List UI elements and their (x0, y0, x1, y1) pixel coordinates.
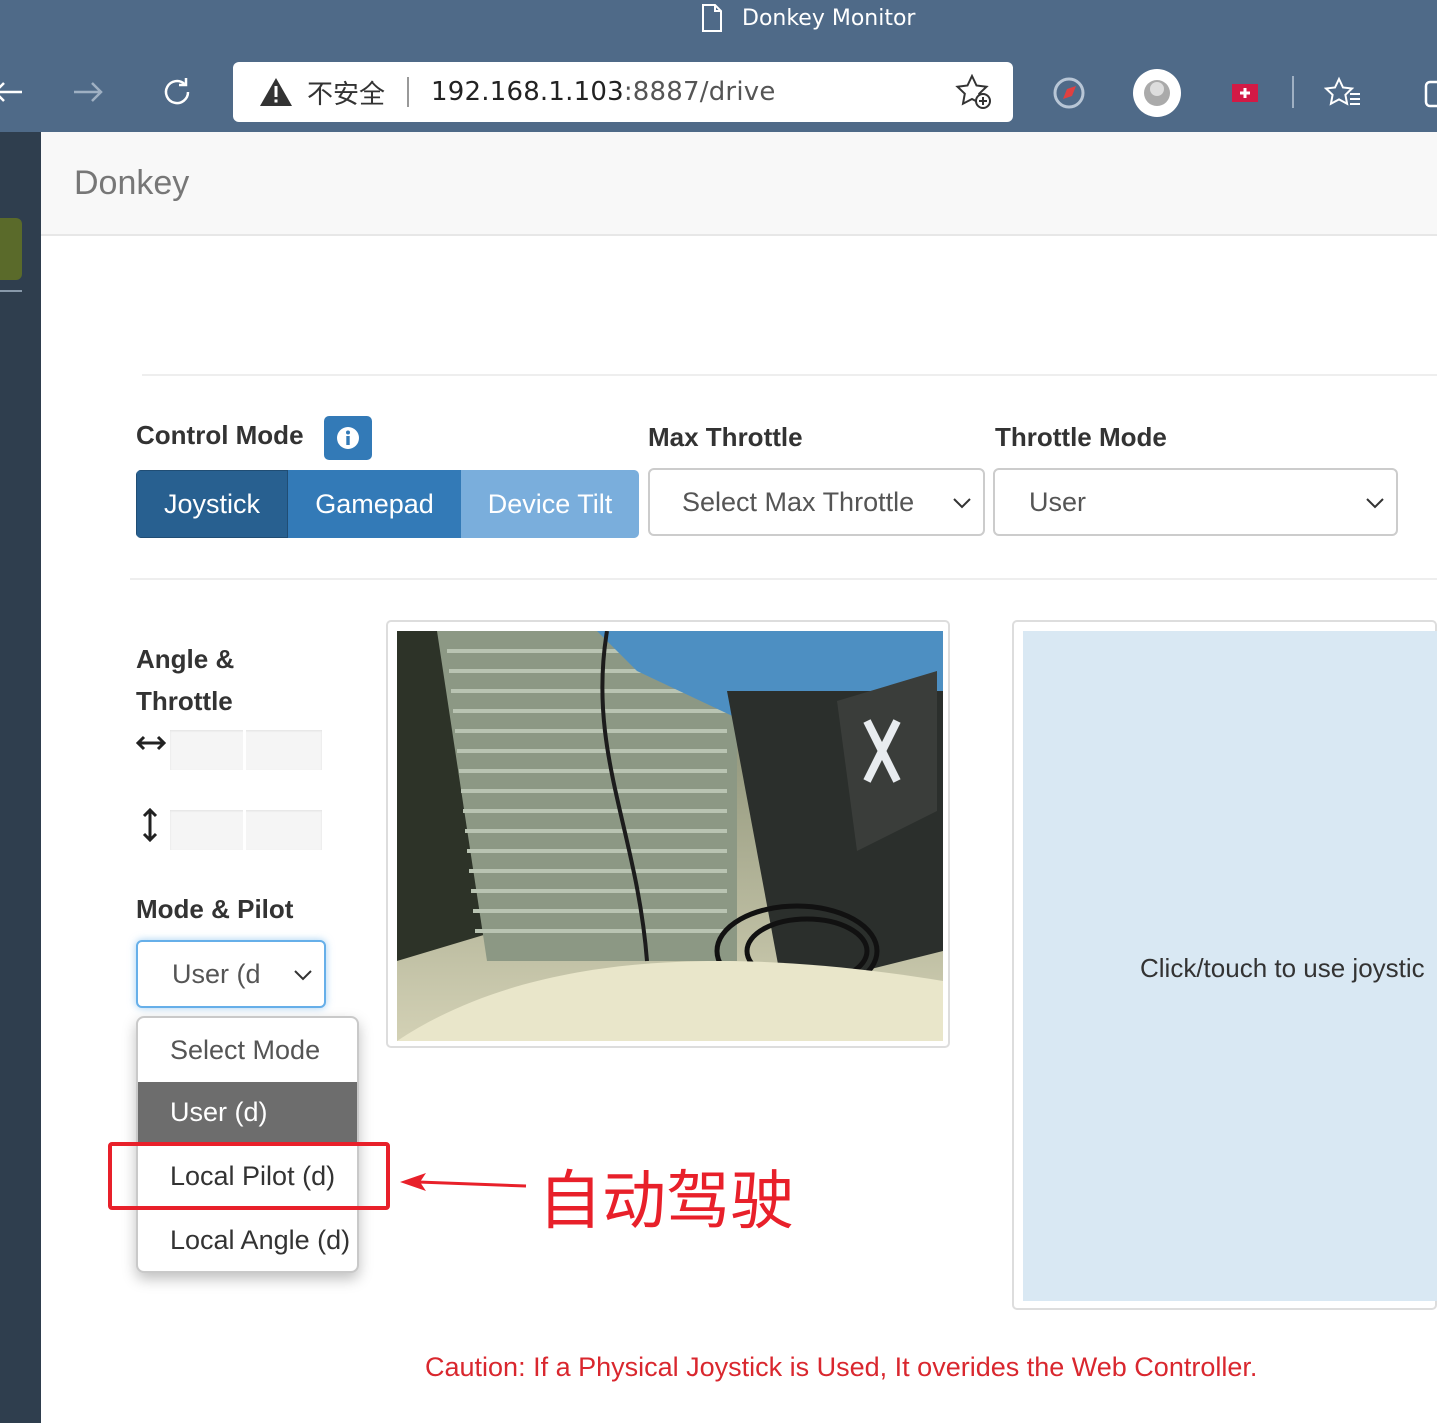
annotation-arrow-icon (400, 1173, 527, 1191)
mode-select[interactable]: User (d (136, 940, 326, 1008)
forward-button[interactable] (66, 70, 110, 114)
extension-compass-icon[interactable] (1044, 68, 1094, 118)
joystick-button[interactable]: Joystick (136, 470, 288, 538)
vertical-arrows-icon (138, 807, 162, 849)
max-throttle-select[interactable]: Select Max Throttle (648, 468, 985, 536)
camera-feed-image (397, 631, 943, 1041)
url-text[interactable]: 192.168.1.103:8887/drive (431, 77, 776, 107)
throttle-mode-value: User (1029, 486, 1087, 517)
refresh-button[interactable] (155, 70, 199, 114)
info-button[interactable] (324, 416, 372, 460)
mode-pilot-label: Mode & Pilot (136, 894, 294, 924)
chevron-down-icon (953, 498, 971, 509)
insecure-label[interactable]: 不安全 (307, 74, 385, 111)
url-host: 192.168.1.103 (431, 77, 624, 107)
refresh-icon (164, 78, 190, 105)
page-icon (702, 4, 722, 32)
back-button[interactable] (0, 70, 30, 114)
angle-gauge (170, 730, 322, 770)
horizontal-arrows-icon (135, 728, 167, 765)
annotation-highlight-box (108, 1142, 390, 1210)
address-separator (407, 77, 410, 107)
control-mode-buttons: Joystick Gamepad Device Tilt (136, 470, 639, 538)
sidebar-divider (0, 290, 22, 292)
chevron-down-icon (1366, 498, 1384, 509)
mode-option-local-angle[interactable]: Local Angle (d) (138, 1210, 357, 1270)
address-bar[interactable]: 不安全 192.168.1.103:8887/drive (233, 62, 1013, 122)
angle-throttle-line2: Throttle (136, 686, 233, 716)
browser-chrome: Donkey Monitor 不安全 192.168.1.103:8887/dr… (0, 0, 1437, 132)
device-tilt-button[interactable]: Device Tilt (461, 470, 639, 538)
control-mode-label: Control Mode (136, 420, 304, 450)
page-navbar: Donkey (41, 132, 1437, 236)
warning-icon[interactable] (259, 77, 293, 107)
favorites-icon[interactable] (1318, 68, 1368, 118)
extension-red-icon[interactable] (1220, 68, 1270, 118)
gamepad-button[interactable]: Gamepad (288, 470, 461, 538)
mode-select-value: User (d (172, 958, 261, 989)
throttle-gauge (170, 810, 322, 850)
browser-sidebar (0, 132, 41, 1423)
sidebar-active-tab[interactable] (0, 218, 22, 280)
mode-option-select-mode[interactable]: Select Mode (138, 1020, 357, 1080)
window-title: Donkey Monitor (700, 2, 915, 34)
collections-icon[interactable] (1408, 68, 1437, 118)
annotation-label: 自动驾驶 (538, 1165, 794, 1239)
camera-panel (386, 620, 950, 1048)
forward-arrow-icon (74, 82, 103, 102)
info-icon (337, 427, 359, 449)
mode-option-user[interactable]: User (d) (138, 1082, 357, 1142)
chevron-down-icon (294, 970, 312, 981)
window-title-text: Donkey Monitor (742, 5, 916, 31)
add-favorite-icon[interactable] (955, 73, 993, 115)
throttle-mode-label: Throttle Mode (995, 422, 1167, 452)
navbar-brand[interactable]: Donkey (74, 164, 189, 203)
angle-throttle-line1: Angle & (136, 644, 235, 674)
url-path: :8887/drive (623, 77, 776, 107)
toolbar-separator (1292, 76, 1294, 108)
max-throttle-label: Max Throttle (648, 422, 803, 452)
profile-avatar[interactable] (1132, 68, 1182, 118)
joystick-pad[interactable]: Click/touch to use joystic (1023, 631, 1437, 1301)
divider-middle (130, 578, 1437, 580)
back-arrow-icon (0, 82, 22, 102)
divider-top (142, 374, 1437, 376)
joystick-panel: Click/touch to use joystic (1012, 620, 1437, 1310)
throttle-mode-select[interactable]: User (993, 468, 1398, 536)
caution-text: Caution: If a Physical Joystick is Used,… (425, 1352, 1258, 1382)
angle-throttle-label: Angle & Throttle (136, 644, 234, 727)
joystick-prompt: Click/touch to use joystic (1140, 953, 1425, 983)
max-throttle-value: Select Max Throttle (682, 486, 915, 517)
